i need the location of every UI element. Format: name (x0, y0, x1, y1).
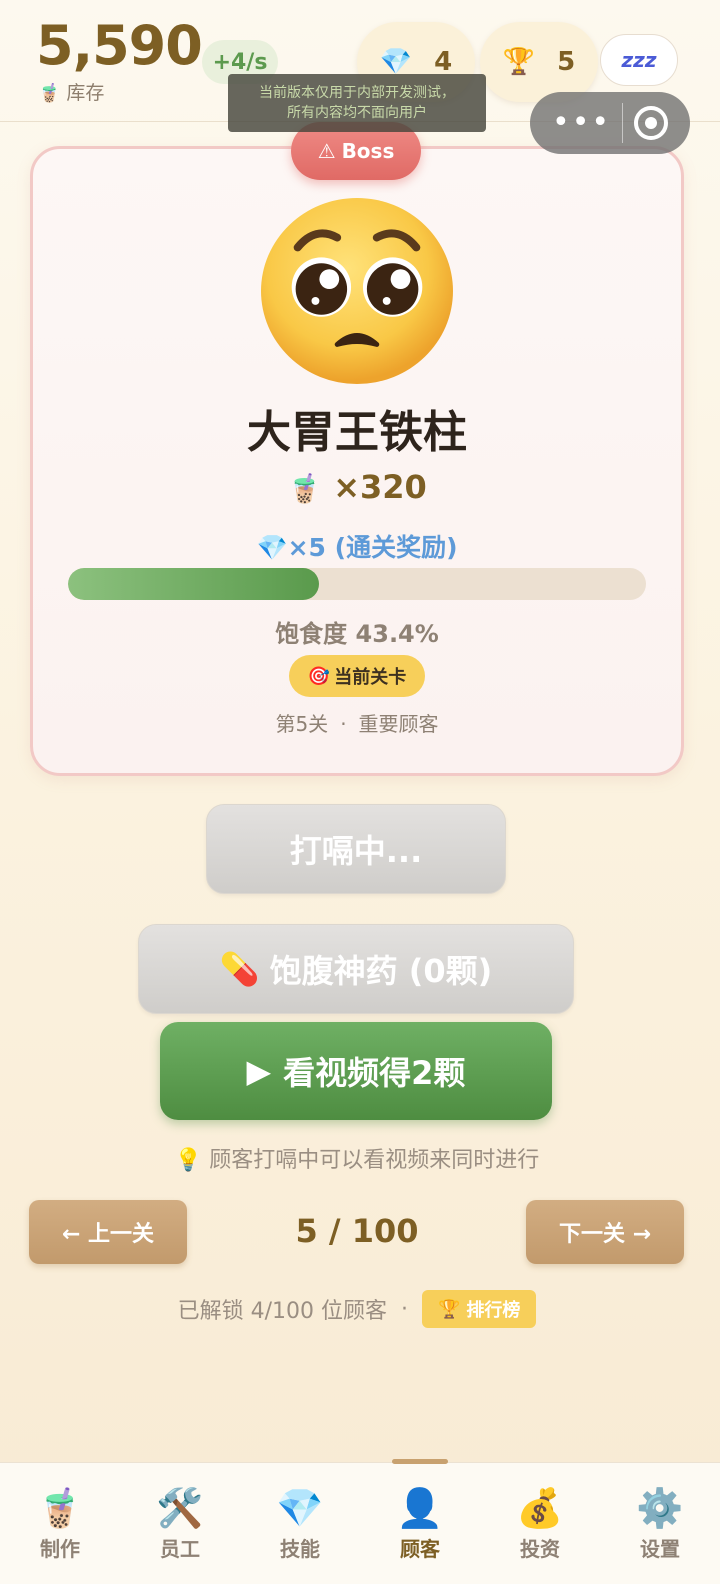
tab-make[interactable]: 🧋 制作 (0, 1463, 120, 1584)
bottom-tab-bar: 🧋 制作 🛠️ 员工 💎 技能 👤 顾客 💰 投资 ⚙️ 设置 (0, 1459, 720, 1584)
current-level-label: 当前关卡 (334, 667, 407, 688)
gear-icon: ⚙️ (636, 1486, 684, 1530)
more-menu-icon[interactable]: ••• (552, 108, 611, 138)
stock-label-row: 🧋 库存 (38, 78, 104, 105)
play-icon: ▶ (246, 1052, 272, 1090)
dev-notice-toast: 当前版本仅用于内部开发测试， 所有内容均不面向用户 (228, 74, 486, 132)
satiety-potion-button[interactable]: 💊 饱腹神药 (0颗) (138, 924, 574, 1014)
stock-value: 5,590 (36, 14, 203, 77)
gem-count: 4 (434, 47, 453, 77)
tab-customers[interactable]: 👤 顾客 (360, 1459, 480, 1584)
toast-line-1: 当前版本仅用于内部开发测试， (259, 85, 455, 101)
toast-line-2: 所有内容均不面向用户 (287, 105, 427, 121)
unlock-row: 已解锁 4/100 位顾客 · 🏆 排行榜 (0, 1290, 714, 1328)
customer-name: 大胃王铁柱 (247, 407, 467, 458)
trophy-icon: 🏆 (502, 47, 536, 77)
bubble-tea-icon: 🧋 (38, 83, 61, 104)
customer-requirement: 🧋 ×320 (0, 468, 714, 506)
trophy-count: 5 (557, 47, 576, 77)
separator-dot: · (340, 712, 347, 736)
tip-text: 顾客打嗝中可以看视频来同时进行 (209, 1148, 540, 1173)
burp-status-button[interactable]: 打嗝中... (206, 804, 506, 894)
trophy-icon: 🏆 (437, 1298, 461, 1320)
tools-icon: 🛠️ (156, 1486, 204, 1530)
clear-reward: 💎×5 (通关奖励) (256, 533, 458, 562)
tab-staff[interactable]: 🛠️ 员工 (120, 1463, 240, 1584)
gem-icon: 💎 (379, 47, 413, 77)
leaderboard-button[interactable]: 🏆 排行榜 (421, 1290, 537, 1328)
tab-label: 顾客 (400, 1537, 440, 1561)
close-miniprogram-icon[interactable] (634, 106, 668, 140)
bubble-tea-icon: 🧋 (287, 472, 323, 505)
money-bag-icon: 💰 (516, 1486, 564, 1530)
potion-label: 饱腹神药 (0颗) (269, 952, 493, 990)
customer-page: 5,590 🧋 库存 +4/s 💎 4 🏆 5 zzz 当前版本仅用于内部开发测试… (0, 0, 720, 1584)
stock-label: 库存 (66, 82, 105, 104)
tab-label: 员工 (160, 1537, 200, 1561)
current-level-badge: 🎯 当前关卡 (289, 655, 425, 697)
tab-label: 投资 (520, 1537, 560, 1561)
leaderboard-label: 排行榜 (466, 1300, 521, 1321)
tab-skills[interactable]: 💎 技能 (240, 1463, 360, 1584)
level-info: 第5关 · 重要顾客 (0, 708, 714, 737)
tab-settings[interactable]: ⚙️ 设置 (600, 1463, 720, 1584)
satiety-text: 饱食度 43.4% (275, 620, 439, 648)
level-number: 第5关 (275, 712, 329, 736)
level-type: 重要顾客 (358, 712, 439, 736)
tab-label: 制作 (40, 1537, 80, 1561)
miniprogram-capsule: ••• (530, 92, 690, 154)
satiety-progress-fill (68, 568, 319, 600)
trophy-counter[interactable]: 🏆 5 (480, 22, 598, 102)
capsule-divider (622, 103, 624, 143)
sleep-button[interactable]: zzz (600, 34, 678, 86)
separator-dot: · (400, 1296, 408, 1322)
target-icon: 🎯 (307, 665, 331, 687)
requirement-count: ×320 (333, 468, 427, 506)
tip-row: 💡 顾客打嗝中可以看视频来同时进行 (0, 1142, 714, 1174)
tab-label: 设置 (640, 1537, 680, 1561)
boss-label: Boss (341, 139, 395, 163)
next-level-button[interactable]: 下一关 → (526, 1200, 684, 1264)
tab-invest[interactable]: 💰 投资 (480, 1463, 600, 1584)
pill-icon: 💊 (219, 950, 260, 988)
sleep-icon: zzz (621, 48, 657, 72)
video-label: 看视频得2颗 (283, 1054, 466, 1092)
watch-video-button[interactable]: ▶ 看视频得2颗 (160, 1022, 552, 1120)
gem-icon: 💎 (276, 1486, 324, 1530)
satiety-progress-bar (68, 568, 646, 600)
lightbulb-icon: 💡 (174, 1148, 203, 1173)
person-icon: 👤 (396, 1486, 444, 1530)
bubble-tea-icon: 🧋 (36, 1486, 84, 1530)
warning-icon: ⚠ (317, 139, 336, 163)
tab-label: 技能 (280, 1537, 320, 1561)
unlocked-count: 已解锁 4/100 位顾客 (177, 1299, 387, 1324)
pleading-face-icon (261, 197, 453, 385)
